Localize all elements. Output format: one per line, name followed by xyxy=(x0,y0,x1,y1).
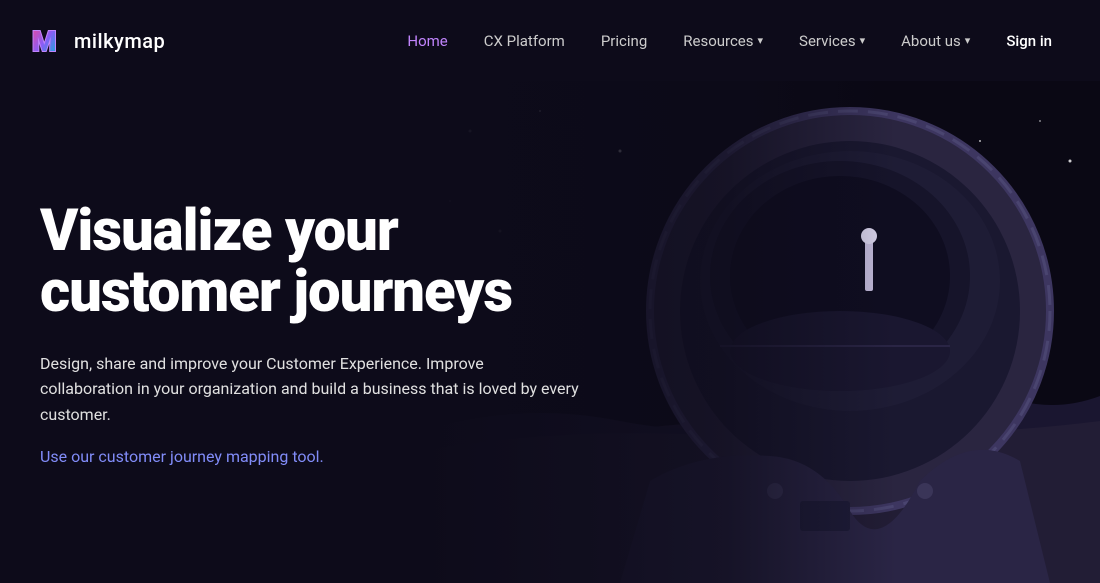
hero-description: Design, share and improve your Customer … xyxy=(40,351,580,428)
logo-area[interactable]: M M milkymap xyxy=(30,23,165,59)
brand-name: milkymap xyxy=(74,29,165,53)
nav-link-services[interactable]: Services xyxy=(781,32,883,50)
hero-title: Visualize your customer journeys xyxy=(40,201,580,323)
nav-item-services[interactable]: Services xyxy=(781,32,883,50)
nav-item-about[interactable]: About us xyxy=(883,32,988,50)
svg-text:M: M xyxy=(32,25,57,58)
hero-cta[interactable]: Use our customer journey mapping tool. xyxy=(40,444,580,470)
hero-section: M M milkymap Home CX Platform xyxy=(0,0,1100,583)
nav-link-about[interactable]: About us xyxy=(883,32,988,50)
nav-item-cx[interactable]: CX Platform xyxy=(466,31,583,50)
nav-links: Home CX Platform Pricing Resources Servi… xyxy=(389,31,1070,50)
nav-item-resources[interactable]: Resources xyxy=(665,32,781,50)
nav-link-pricing[interactable]: Pricing xyxy=(583,32,665,50)
logo-icon: M M xyxy=(30,23,66,59)
nav-item-signin[interactable]: Sign in xyxy=(988,31,1070,50)
nav-link-home[interactable]: Home xyxy=(389,32,465,50)
hero-content: Visualize your customer journeys Design,… xyxy=(0,81,620,509)
nav-item-pricing[interactable]: Pricing xyxy=(583,31,665,50)
nav-link-cx[interactable]: CX Platform xyxy=(466,32,583,50)
nav-link-resources[interactable]: Resources xyxy=(665,32,781,50)
nav-link-signin[interactable]: Sign in xyxy=(988,32,1070,50)
nav-item-home[interactable]: Home xyxy=(389,31,465,50)
main-nav: M M milkymap Home CX Platform xyxy=(0,0,1100,81)
